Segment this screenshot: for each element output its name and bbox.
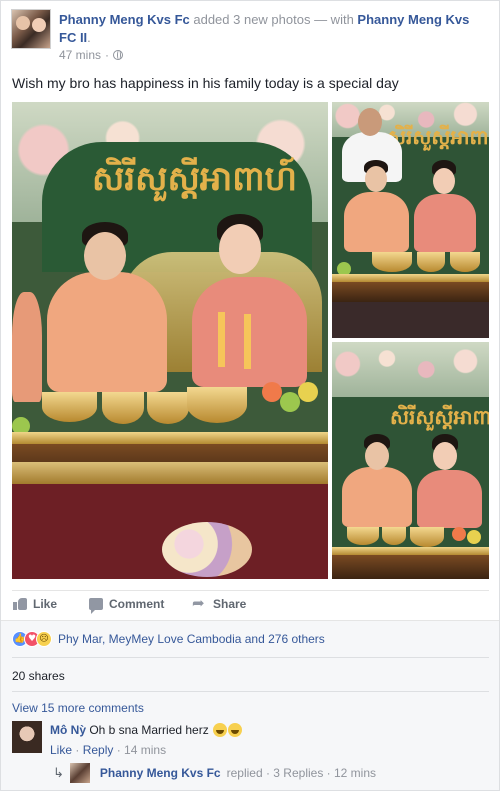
author-name[interactable]: Phanny Meng Kvs Fc [59, 12, 190, 27]
globe-icon[interactable] [113, 50, 124, 60]
banner-text-small-2: សិរីសួស្តីអាពាហ៍ [390, 405, 489, 429]
post-card: Phanny Meng Kvs Fc added 3 new photos — … [0, 0, 500, 791]
comment-label: Comment [109, 597, 165, 611]
comment-body: Mô Nỳ Oh b sna Married herz [50, 723, 243, 737]
post-action-text: added 3 new photos — with [189, 12, 358, 27]
tagged-suffix: . [87, 30, 91, 45]
post-header: Phanny Meng Kvs Fc added 3 new photos — … [59, 11, 479, 47]
comment-author[interactable]: Mô Nỳ [50, 723, 86, 737]
like-button[interactable]: Like [13, 597, 57, 611]
post-meta: 47 mins · [59, 48, 124, 62]
laughing-emoji-icon [213, 723, 228, 737]
view-more-comments[interactable]: View 15 more comments [12, 701, 144, 715]
post-time[interactable]: 47 mins [59, 48, 101, 62]
reply-author-avatar [69, 763, 90, 783]
commenter-avatar[interactable] [12, 721, 42, 753]
reactions-text: Phy Mar, MeyMey Love Cambodia and 276 ot… [58, 632, 325, 646]
reply-arrow-icon: ↳ [53, 765, 64, 781]
like-label: Like [33, 597, 58, 611]
reply-status: replied · 3 Replies · 12 mins [226, 766, 377, 780]
photo-bottom-right[interactable]: សិរីសួស្តីអាពាហ៍ [332, 342, 489, 579]
comment-like-link[interactable]: Like [50, 743, 72, 757]
comment-reply-link[interactable]: Reply [83, 743, 114, 757]
banner-text: សិរីសួស្តីអាពាហ៍ [92, 159, 298, 199]
author-avatar[interactable] [11, 9, 51, 49]
comment-icon [89, 598, 103, 614]
banner-text-small: សិរីសួស្តីអាពាហ៍ [387, 125, 489, 149]
share-label: Share [213, 597, 247, 611]
photo-main[interactable]: សិរីសួស្តីអាពាហ៍ [12, 102, 328, 579]
reply-thread-link[interactable]: ↳ Phanny Meng Kvs Fc replied · 3 Replies… [53, 763, 376, 783]
reaction-icons: 👍 ♥ ☹ [12, 631, 52, 647]
shares-count[interactable]: 20 shares [12, 669, 65, 683]
comment-meta-dot-2: · [113, 743, 125, 757]
comment-meta: Like · Reply · 14 mins [50, 743, 166, 757]
sad-reaction-icon: ☹ [36, 631, 52, 647]
meta-separator: · [105, 48, 110, 62]
post-text: Wish my bro has happiness in his family … [12, 75, 399, 91]
comment-time[interactable]: 14 mins [124, 743, 166, 757]
like-icon [13, 598, 27, 610]
laughing-emoji-icon-2 [228, 723, 243, 737]
share-button[interactable]: Share [192, 594, 247, 612]
reactions-summary[interactable]: 👍 ♥ ☹ Phy Mar, MeyMey Love Cambodia and … [12, 631, 325, 647]
comment-button[interactable]: Comment [89, 597, 165, 614]
comment-text: Oh b sna Married herz [86, 723, 209, 737]
photo-top-right[interactable]: សិរីសួស្តីអាពាហ៍ [332, 102, 489, 338]
comment-meta-dot: · [72, 743, 83, 757]
reply-author[interactable]: Phanny Meng Kvs Fc [100, 766, 221, 780]
share-icon [192, 594, 207, 612]
